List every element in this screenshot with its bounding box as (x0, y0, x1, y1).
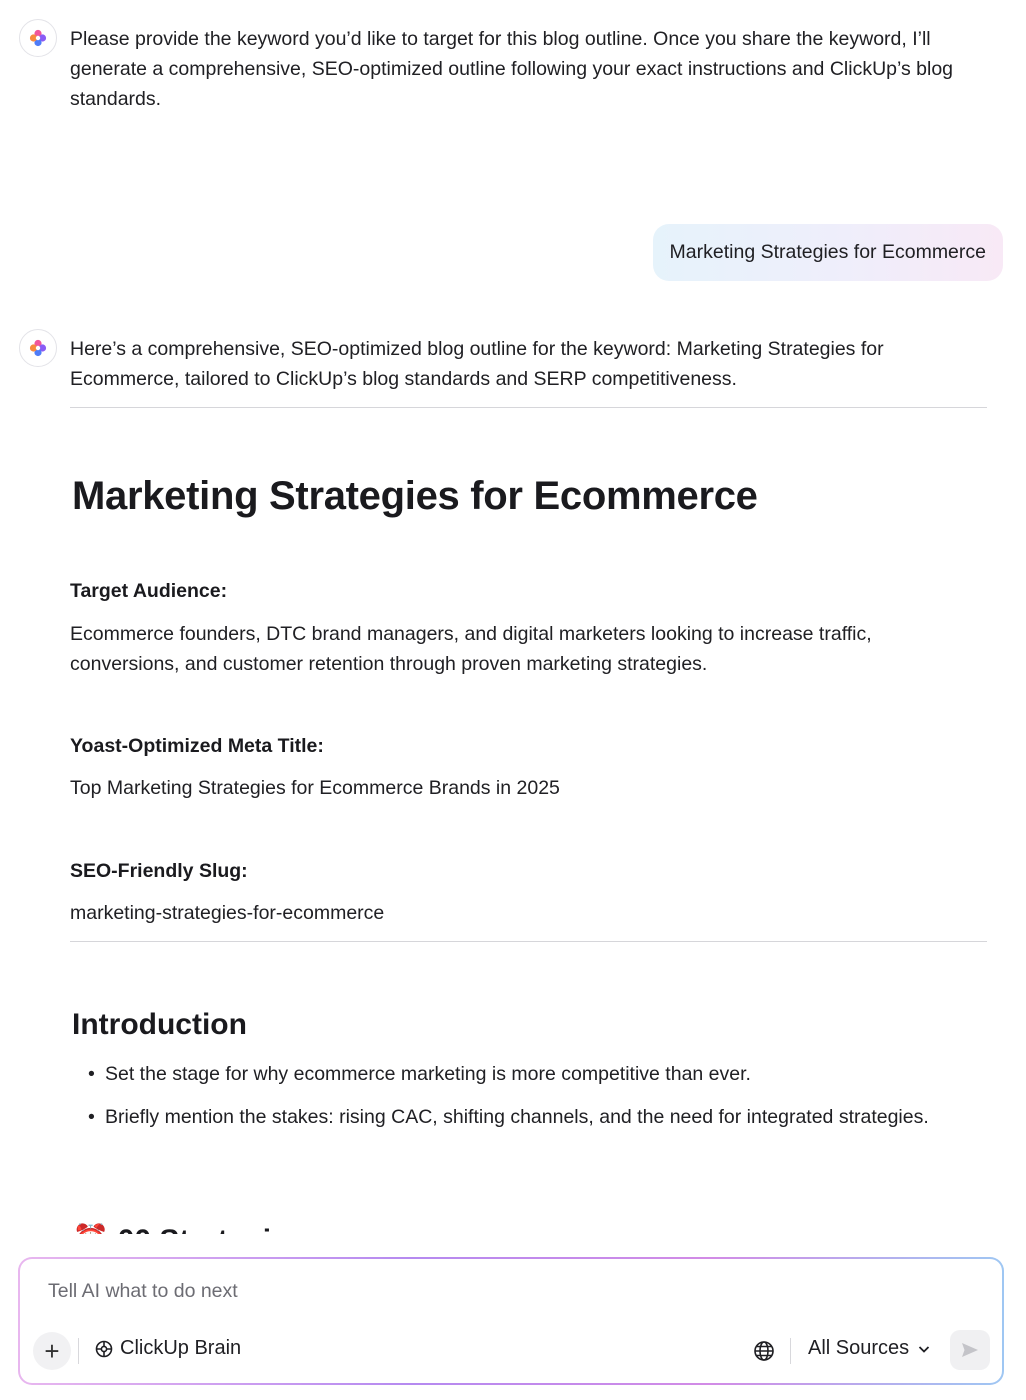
introduction-bullet-list: • Set the stage for why ecommerce market… (88, 1059, 948, 1145)
separator (78, 1338, 79, 1364)
next-section-heading-clipped: ⏰ 00 Strategies (72, 1220, 302, 1234)
prompt-input[interactable] (46, 1279, 750, 1304)
user-message-bubble: Marketing Strategies for Ecommerce (652, 224, 1003, 281)
target-audience-label: Target Audience: (70, 580, 228, 602)
bullet-dot: • (88, 1063, 95, 1085)
meta-title-label: Yoast-Optimized Meta Title: (70, 735, 324, 757)
meta-title-text: Top Marketing Strategies for Ecommerce B… (70, 777, 560, 799)
introduction-heading: Introduction (72, 1008, 247, 1041)
assistant-message: Please provide the keyword you’d like to… (70, 28, 954, 110)
assistant-avatar (19, 329, 57, 367)
ai-composer-body: + ClickUp Brain All Sources (20, 1259, 1002, 1383)
brain-label: ClickUp Brain (120, 1337, 242, 1359)
clickup-brain-selector[interactable]: ClickUp Brain (94, 1337, 241, 1360)
clickup-brain-logo-icon (29, 29, 47, 47)
send-button[interactable] (950, 1330, 990, 1370)
chevron-down-icon (919, 1345, 930, 1353)
divider (70, 407, 987, 408)
divider (70, 941, 987, 942)
brain-icon (95, 1340, 113, 1357)
assistant-response-intro: Here’s a comprehensive, SEO-optimized bl… (70, 338, 884, 390)
scroll-fade (0, 1236, 1026, 1256)
target-audience-text: Ecommerce founders, DTC brand managers, … (70, 623, 872, 675)
outline-title: Marketing Strategies for Ecommerce (72, 474, 758, 518)
next-section-heading-text: ⏰ 00 Strategies (72, 1223, 302, 1234)
list-item-text: Set the stage for why ecommerce marketin… (105, 1063, 751, 1085)
list-item-text: Briefly mention the stakes: rising CAC, … (105, 1106, 929, 1128)
slug-label: SEO-Friendly Slug: (70, 860, 248, 882)
ai-composer: + ClickUp Brain All Sources (18, 1257, 1004, 1385)
globe-icon[interactable] (753, 1340, 775, 1362)
list-item: • Briefly mention the stakes: rising CAC… (88, 1102, 948, 1132)
bullet-dot: • (88, 1106, 95, 1128)
sources-label: All Sources (808, 1337, 910, 1359)
clickup-brain-logo-icon (29, 339, 47, 357)
separator (790, 1338, 791, 1364)
slug-text: marketing-strategies-for-ecommerce (70, 902, 385, 924)
add-attachment-button[interactable]: + (33, 1332, 71, 1370)
plus-icon: + (44, 1336, 60, 1366)
send-icon (962, 1343, 978, 1357)
assistant-avatar (19, 19, 57, 57)
sources-dropdown[interactable]: All Sources (808, 1337, 931, 1360)
list-item: • Set the stage for why ecommerce market… (88, 1059, 948, 1089)
